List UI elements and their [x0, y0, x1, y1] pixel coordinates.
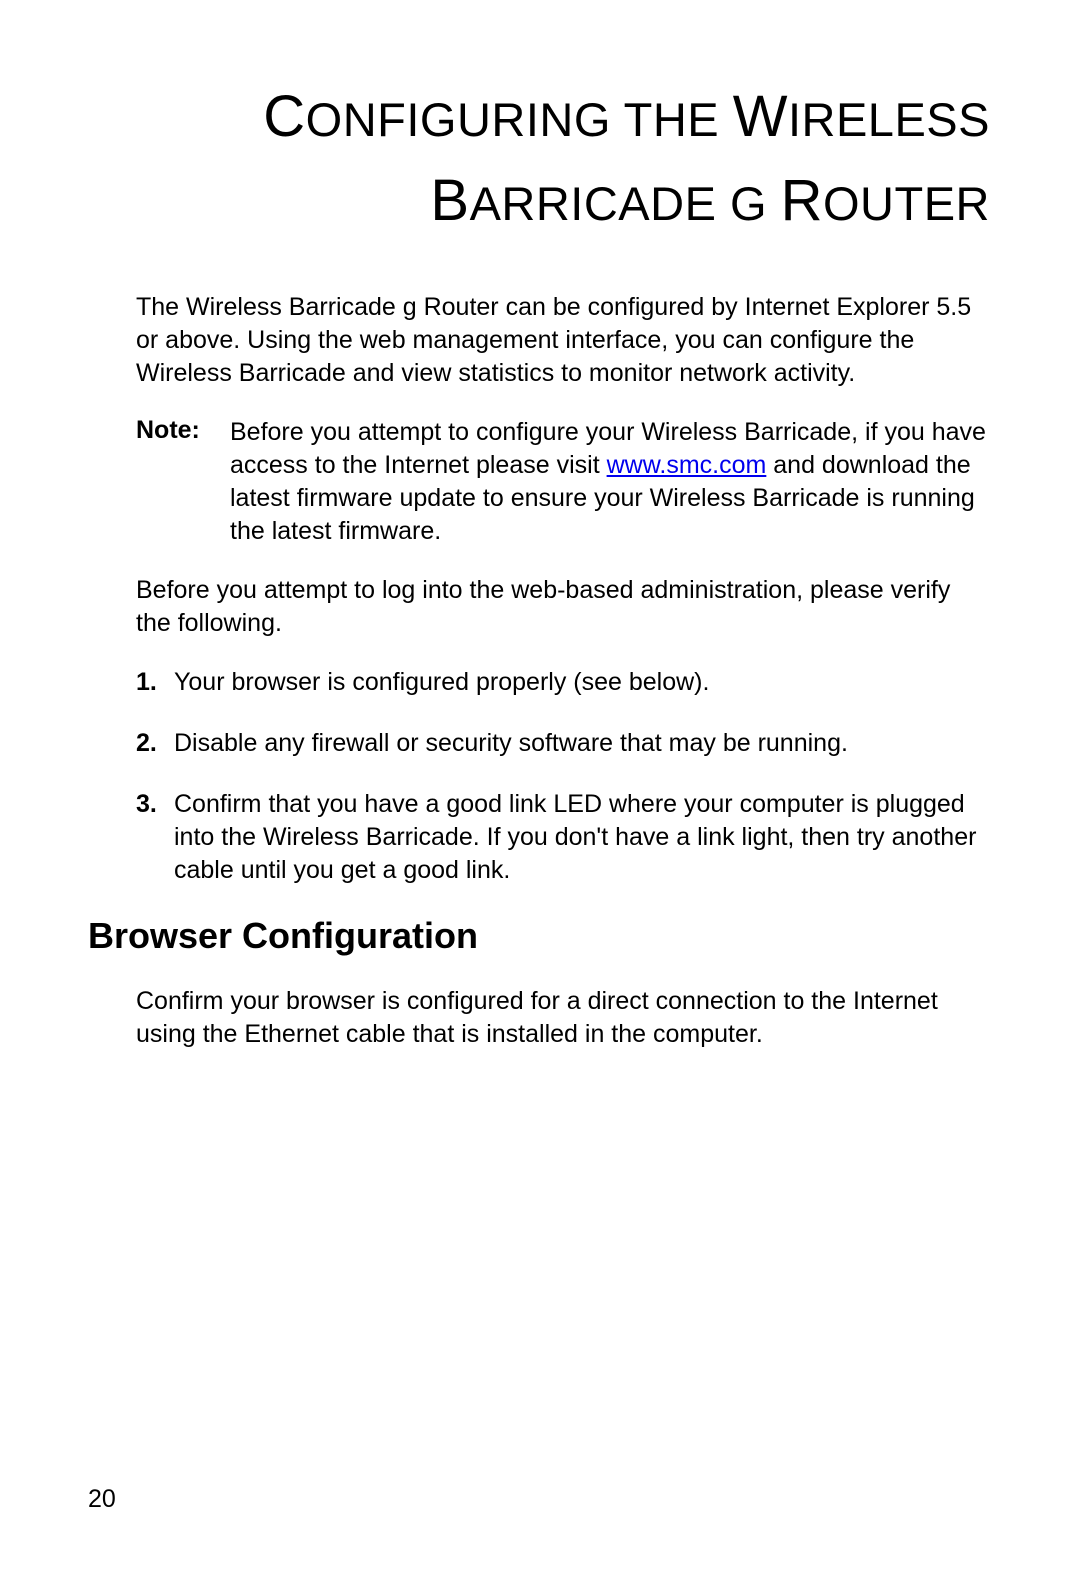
- list-item: 1. Your browser is configured properly (…: [136, 666, 990, 699]
- chapter-title: Configuring the Wireless Barricade g Rou…: [88, 75, 990, 243]
- section-heading: Browser Configuration: [88, 915, 990, 957]
- before-list-paragraph: Before you attempt to log into the web-b…: [88, 574, 990, 640]
- list-number: 1.: [136, 666, 174, 699]
- note-label: Note:: [136, 416, 230, 548]
- title-line-1: Configuring the Wireless: [263, 93, 990, 146]
- note-text: Before you attempt to configure your Wir…: [230, 416, 990, 548]
- list-item: 2. Disable any firewall or security soft…: [136, 727, 990, 760]
- list-number: 3.: [136, 788, 174, 887]
- page-number: 20: [88, 1485, 116, 1514]
- intro-paragraph: The Wireless Barricade g Router can be c…: [88, 291, 990, 390]
- numbered-list: 1. Your browser is configured properly (…: [88, 666, 990, 887]
- list-text: Confirm that you have a good link LED wh…: [174, 788, 990, 887]
- list-text: Your browser is configured properly (see…: [174, 666, 990, 699]
- note-block: Note: Before you attempt to configure yo…: [88, 416, 990, 548]
- section-body: Confirm your browser is configured for a…: [88, 985, 990, 1051]
- list-text: Disable any firewall or security softwar…: [174, 727, 990, 760]
- title-line-2: Barricade g Router: [430, 177, 990, 230]
- list-number: 2.: [136, 727, 174, 760]
- list-item: 3. Confirm that you have a good link LED…: [136, 788, 990, 887]
- firmware-link[interactable]: www.smc.com: [607, 451, 767, 479]
